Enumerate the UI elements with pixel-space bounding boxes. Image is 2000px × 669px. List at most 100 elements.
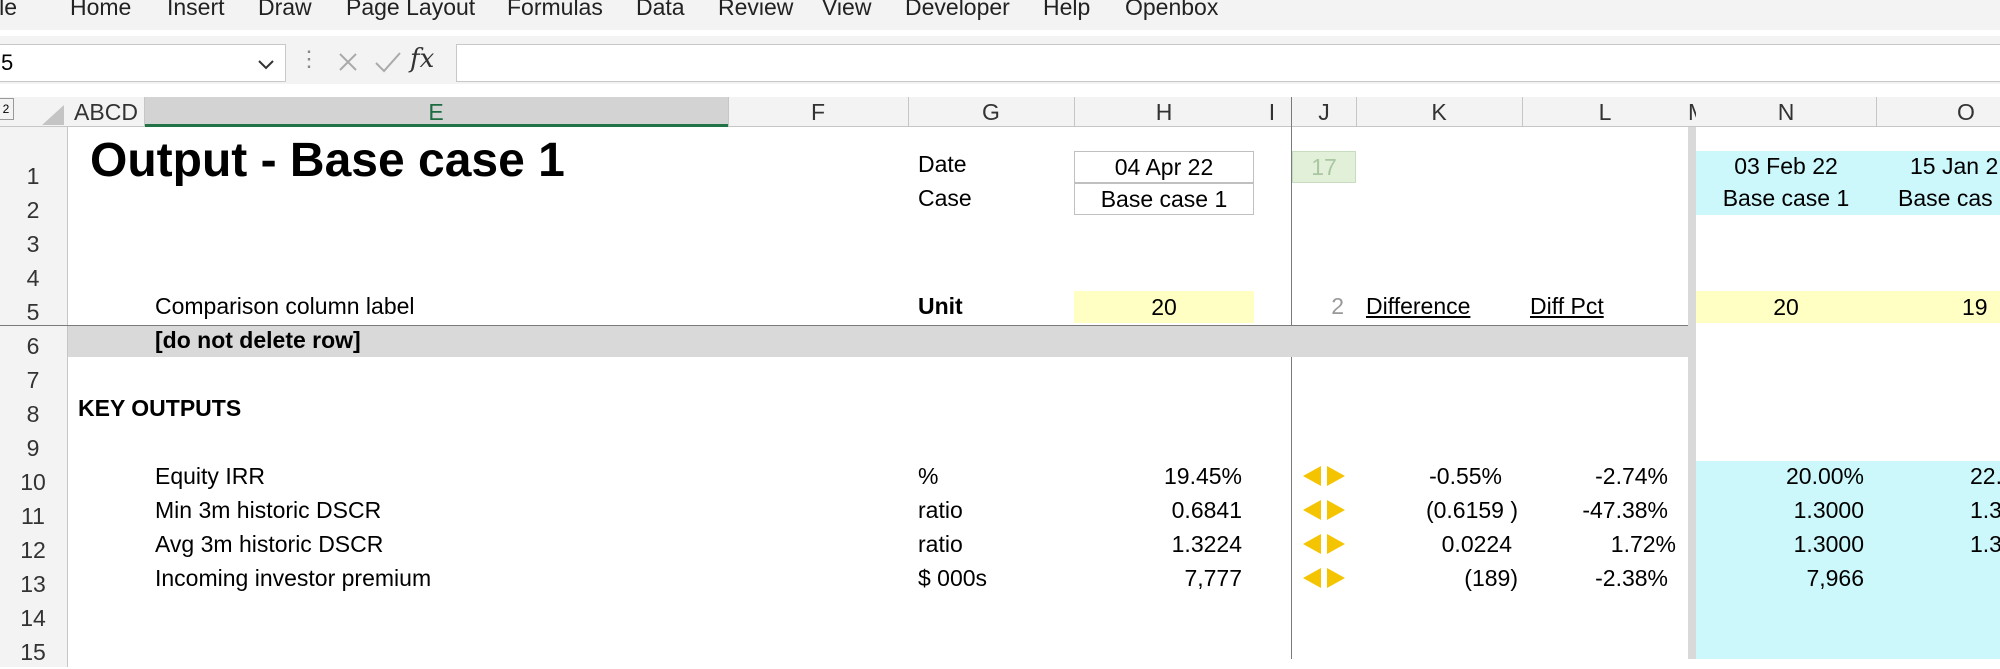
sheet-title[interactable]: Output - Base case 1 [90,133,565,189]
column-header-j[interactable]: J [1292,97,1356,127]
more-options-icon[interactable]: ⋮ [298,46,320,72]
row-header[interactable]: 7 [0,363,66,397]
menu-help[interactable]: Help [1043,0,1090,21]
date-index-cell[interactable]: 17 [1292,151,1356,183]
row-header[interactable]: 9 [0,431,66,465]
row-header[interactable]: 2 [0,193,66,227]
menu-page-layout[interactable]: Page Layout [346,0,475,21]
case-label[interactable]: Case [918,181,972,215]
output-compare-n[interactable]: 1.3000 [1696,527,1864,561]
row-header[interactable]: 13 [0,567,66,601]
output-difference[interactable]: -0.55% [1356,459,1502,493]
do-not-delete-label[interactable]: [do not delete row] [155,323,361,357]
column-divider [908,97,909,127]
column-header-i[interactable]: I [1254,97,1290,127]
output-compare-o[interactable]: 1.3 [1970,493,2000,527]
insert-function-icon[interactable]: fx [410,44,434,74]
column-header-m[interactable]: M [1688,97,1696,127]
compare-arrows-icon [1303,466,1345,486]
output-difference[interactable]: (189) [1356,561,1518,595]
menu-draw[interactable]: Draw [258,0,312,21]
comparison-index[interactable]: 2 [1292,289,1344,323]
column-header-h[interactable]: H [1074,97,1254,127]
column-header-l[interactable]: L [1522,97,1688,127]
date-value[interactable]: 04 Apr 22 [1074,151,1254,183]
column-header-k[interactable]: K [1356,97,1522,127]
menu-data[interactable]: Data [636,0,685,21]
row-header[interactable]: 14 [0,601,66,635]
formula-input[interactable] [456,44,2000,82]
row-header[interactable]: 11 [0,499,66,533]
compare-label-o[interactable]: 19 [1876,291,2000,323]
output-unit[interactable]: % [918,459,938,493]
row-header[interactable]: 12 [0,533,66,567]
output-unit[interactable]: $ 000s [918,561,987,595]
output-compare-n[interactable]: 20.00% [1696,459,1864,493]
output-diff-pct[interactable]: -47.38% [1522,493,1668,527]
menu-file[interactable]: ile [0,0,17,21]
row-header[interactable]: 5 [0,295,66,329]
output-compare-o[interactable]: 22.5 [1970,459,2000,493]
diff-pct-header[interactable]: Diff Pct [1530,289,1604,323]
menu-home[interactable]: Home [70,0,131,21]
row-header[interactable]: 4 [0,261,66,295]
compare-date-o[interactable]: 15 Jan 2 [1876,151,2000,183]
row-header[interactable]: 10 [0,465,66,499]
column-header-e[interactable]: E [144,97,728,127]
unit-header[interactable]: Unit [918,289,963,323]
row-header[interactable]: 8 [0,397,66,431]
output-unit[interactable]: ratio [918,493,963,527]
menu-openbox[interactable]: Openbox [1125,0,1218,21]
output-value[interactable]: 1.3224 [1074,527,1242,561]
column-header-abcd[interactable]: ABCD [68,97,144,127]
output-compare-o[interactable]: 1.3 [1970,527,2000,561]
cancel-icon[interactable] [328,44,368,82]
outline-level-button[interactable]: 2 [0,98,14,120]
name-box[interactable]: 5 [0,44,286,82]
row-header[interactable]: 15 [0,635,66,669]
comparison-value-input[interactable]: 20 [1074,291,1254,323]
output-diff-pct[interactable]: 1.72% [1522,527,1676,561]
menu-developer[interactable]: Developer [905,0,1010,21]
column-header-g[interactable]: G [908,97,1074,127]
row-header[interactable]: 1 [0,159,66,193]
output-value[interactable]: 0.6841 [1074,493,1242,527]
row-header[interactable]: 3 [0,227,66,261]
key-outputs-heading[interactable]: KEY OUTPUTS [78,391,241,425]
output-diff-pct[interactable]: -2.74% [1522,459,1668,493]
row-header[interactable]: 6 [0,329,66,363]
output-compare-n[interactable]: 1.3000 [1696,493,1864,527]
column-header-n[interactable]: N [1696,97,1876,127]
compare-case-o[interactable]: Base cas [1876,183,2000,215]
case-value[interactable]: Base case 1 [1074,183,1254,215]
column-header-f[interactable]: F [728,97,908,127]
output-name[interactable]: Equity IRR [155,459,265,493]
column-header-bar: 2 ABCD E F G H I J K L M N O [0,97,2000,127]
column-header-o[interactable]: O [1876,97,2000,127]
output-compare-n[interactable]: 7,966 [1696,561,1864,595]
date-label[interactable]: Date [918,147,967,181]
column-divider [1356,97,1357,127]
menu-review[interactable]: Review [718,0,793,21]
chevron-down-icon[interactable] [255,53,277,80]
compare-date-n[interactable]: 03 Feb 22 [1696,151,1876,183]
compare-case-n[interactable]: Base case 1 [1696,183,1876,215]
output-name[interactable]: Min 3m historic DSCR [155,493,381,527]
output-difference[interactable]: (0.6159 ) [1356,493,1518,527]
output-difference[interactable]: 0.0224 [1356,527,1512,561]
output-value[interactable]: 19.45% [1074,459,1242,493]
difference-header[interactable]: Difference [1366,289,1470,323]
menu-formulas[interactable]: Formulas [507,0,603,21]
column-divider [728,97,729,127]
menu-insert[interactable]: Insert [167,0,225,21]
formula-bar: 5 ⋮ fx [0,36,2000,84]
output-name[interactable]: Avg 3m historic DSCR [155,527,383,561]
compare-label-n[interactable]: 20 [1696,291,1876,323]
confirm-icon[interactable] [368,44,408,82]
output-diff-pct[interactable]: -2.38% [1522,561,1668,595]
output-unit[interactable]: ratio [918,527,963,561]
output-value[interactable]: 7,777 [1074,561,1242,595]
output-name[interactable]: Incoming investor premium [155,561,431,595]
comparison-column-label[interactable]: Comparison column label [155,289,415,323]
menu-view[interactable]: View [822,0,871,21]
